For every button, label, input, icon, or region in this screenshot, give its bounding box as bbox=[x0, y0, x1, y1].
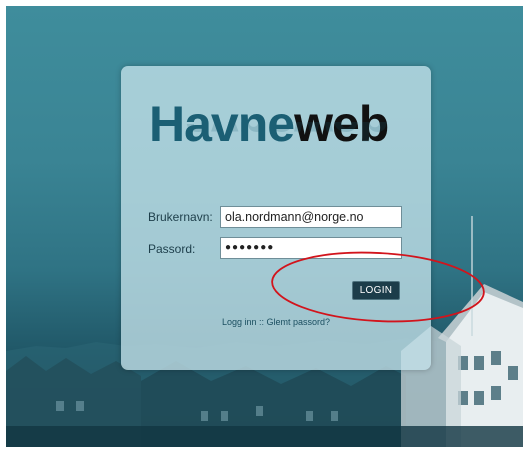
link-separator: :: bbox=[256, 317, 267, 327]
login-button[interactable]: LOGIN bbox=[352, 281, 400, 300]
username-label: Brukernavn: bbox=[148, 210, 213, 224]
login-panel: Havneweb Havneweb Brukernavn: ola.nordma… bbox=[121, 66, 431, 370]
footer-links: Logg inn :: Glemt passord? bbox=[121, 317, 431, 327]
forgot-password-link[interactable]: Glemt passord? bbox=[267, 317, 331, 327]
background-photo: Havneweb Havneweb Brukernavn: ola.nordma… bbox=[6, 6, 523, 447]
logo-reflection: Havneweb bbox=[149, 122, 389, 150]
password-input[interactable]: ●●●●●●● bbox=[220, 237, 402, 259]
login-link[interactable]: Logg inn bbox=[222, 317, 257, 327]
password-label: Passord: bbox=[148, 242, 196, 256]
username-input[interactable]: ola.nordmann@norge.no bbox=[220, 206, 402, 228]
